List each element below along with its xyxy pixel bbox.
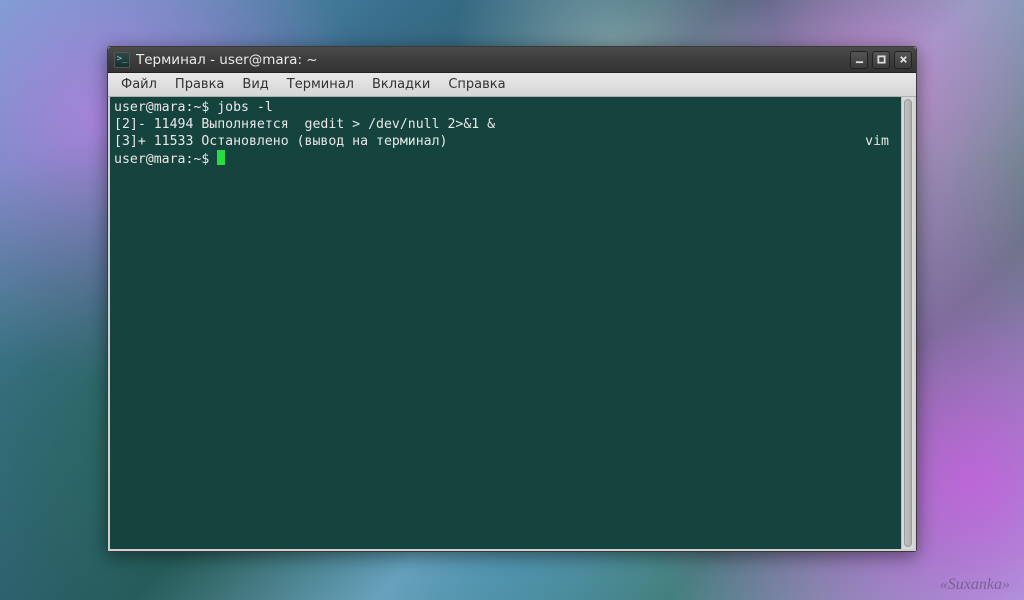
window-title: Терминал - user@mara: ~: [136, 52, 850, 68]
desktop-wallpaper: >_ Терминал - user@mara: ~ Файл Правка В…: [0, 0, 1024, 600]
terminal-window: >_ Терминал - user@mara: ~ Файл Правка В…: [107, 46, 917, 552]
menu-help[interactable]: Справка: [439, 75, 514, 94]
window-controls: [850, 51, 912, 69]
wallpaper-watermark: «Suxanka»: [940, 576, 1010, 594]
menu-tabs[interactable]: Вкладки: [363, 75, 439, 94]
menu-file[interactable]: Файл: [112, 75, 166, 94]
terminal-output[interactable]: user@mara:~$ jobs -l[2]- 11494 Выполняет…: [110, 97, 901, 549]
vertical-scrollbar[interactable]: [901, 97, 914, 549]
menu-terminal[interactable]: Терминал: [278, 75, 363, 94]
terminal-icon: >_: [114, 52, 130, 68]
terminal-line: user@mara:~$ jobs -l: [114, 99, 897, 116]
terminal-line: [2]- 11494 Выполняется gedit > /dev/null…: [114, 116, 897, 133]
menu-view[interactable]: Вид: [233, 75, 277, 94]
close-button[interactable]: [894, 51, 912, 69]
scroll-thumb[interactable]: [904, 99, 912, 547]
maximize-button[interactable]: [872, 51, 890, 69]
terminal-line: [3]+ 11533 Остановлено (вывод на термина…: [114, 133, 897, 150]
terminal-container: user@mara:~$ jobs -l[2]- 11494 Выполняет…: [108, 97, 916, 551]
cursor: [217, 150, 225, 165]
terminal-prompt-line: user@mara:~$: [114, 150, 897, 168]
minimize-button[interactable]: [850, 51, 868, 69]
window-titlebar[interactable]: >_ Терминал - user@mara: ~: [108, 47, 916, 73]
menu-bar: Файл Правка Вид Терминал Вкладки Справка: [108, 73, 916, 97]
menu-edit[interactable]: Правка: [166, 75, 233, 94]
